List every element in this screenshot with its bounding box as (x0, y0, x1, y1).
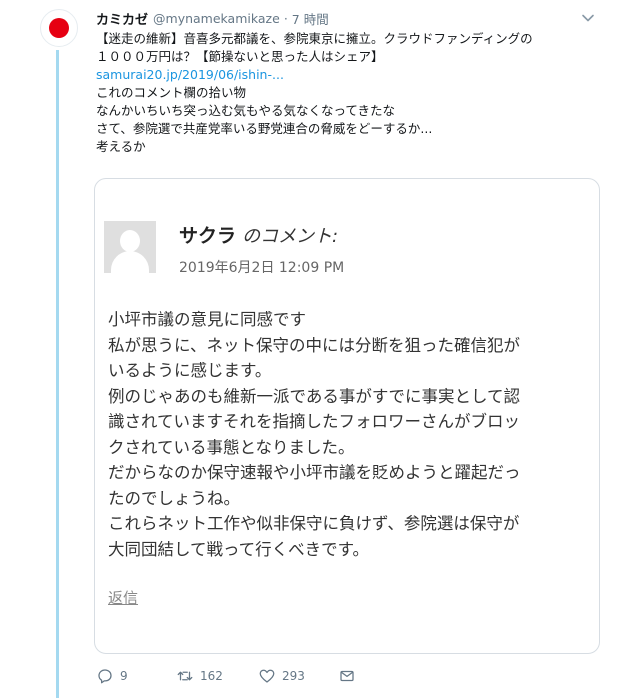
comment-line: いるように感じます。 (108, 361, 272, 380)
rising-sun-flag-icon (49, 18, 69, 38)
timestamp[interactable]: 7 時間 (292, 9, 329, 28)
comment-author-suffix: のコメント: (242, 226, 339, 247)
avatar-body (111, 251, 149, 273)
display-name[interactable]: カミカゼ (96, 9, 148, 28)
reply-icon (98, 669, 112, 684)
comment-author-name: サクラ (179, 225, 237, 247)
direct-message-button[interactable] (338, 665, 356, 687)
tweet-line: これのコメント欄の拾い物 (96, 85, 247, 100)
retweet-button[interactable]: 162 (176, 665, 223, 687)
comment-line: クされている事態となりました。 (108, 437, 355, 457)
heart-icon (259, 669, 275, 683)
embedded-image-card[interactable]: サクラ のコメント: 2019年6月2日 12:09 PM 小坪市議の意見に同感… (94, 178, 600, 654)
comment-line: 識されていますそれを指摘したフォロワーさんがブロッ (108, 412, 521, 431)
tweet-line: なんかいちいち突っ込む気もやる気なくなってきたな (96, 103, 396, 118)
tweet-link[interactable]: samurai20.jp/2019/06/ishin-... (96, 66, 616, 84)
reply-button[interactable]: 9 (96, 665, 128, 687)
comment-line: 大同団結して戦って行くべきです。 (108, 539, 370, 559)
like-count: 293 (282, 669, 305, 683)
comment-body: 小坪市議の意見に同感です 私が思うに、ネット保守の中には分断を狙った確信犯が い… (108, 307, 596, 562)
user-handle[interactable]: @mynamekamikaze (153, 11, 280, 26)
tweet-line: 考えるか (96, 139, 146, 154)
reply-count: 9 (120, 669, 128, 683)
chevron-down-icon[interactable] (580, 10, 596, 26)
retweet-icon (177, 671, 193, 681)
comment-line: だからなのか保守速報や小坪市議を貶めようと躍起だっ (108, 463, 521, 482)
envelope-icon (340, 670, 354, 682)
comment-date: 2019年6月2日 12:09 PM (179, 260, 345, 276)
retweet-count: 162 (200, 669, 223, 683)
tweet-line: さて、参院選で共産党率いる野党連合の脅威をどーするか... (96, 121, 433, 136)
tweet-header: カミカゼ @mynamekamikaze · 7 時間 (96, 8, 329, 28)
comment-author: サクラ のコメント: (179, 221, 338, 248)
comment-line: 私が思うに、ネット保守の中には分断を狙った確信犯が (108, 335, 521, 355)
comment-reply-link: 返信 (108, 589, 139, 607)
default-avatar-icon (104, 221, 156, 273)
separator: · (283, 10, 288, 26)
avatar[interactable] (40, 9, 78, 47)
tweet-line: １０００万円は？【節操ないと思った人はシェア】 (96, 49, 384, 64)
comment-line: 例のじゃあのも維新一派である事がすでに事実として認 (108, 386, 521, 406)
comment-line: 小坪市議の意見に同感です (108, 310, 306, 329)
comment-line: これらネット工作や似非保守に負けず、参院選は保守が (108, 514, 520, 533)
thread-line (56, 50, 59, 698)
comment-line: たのでしょうね。 (108, 488, 240, 508)
avatar-head (120, 230, 140, 252)
tweet-actions: 9 162 293 (96, 665, 616, 687)
like-button[interactable]: 293 (258, 665, 305, 687)
tweet-text: 【迷走の維新】音喜多元都議を、参院東京に擁立。クラウドファンディングの １０００… (96, 30, 616, 156)
tweet-line: 【迷走の維新】音喜多元都議を、参院東京に擁立。クラウドファンディングの (96, 31, 533, 46)
